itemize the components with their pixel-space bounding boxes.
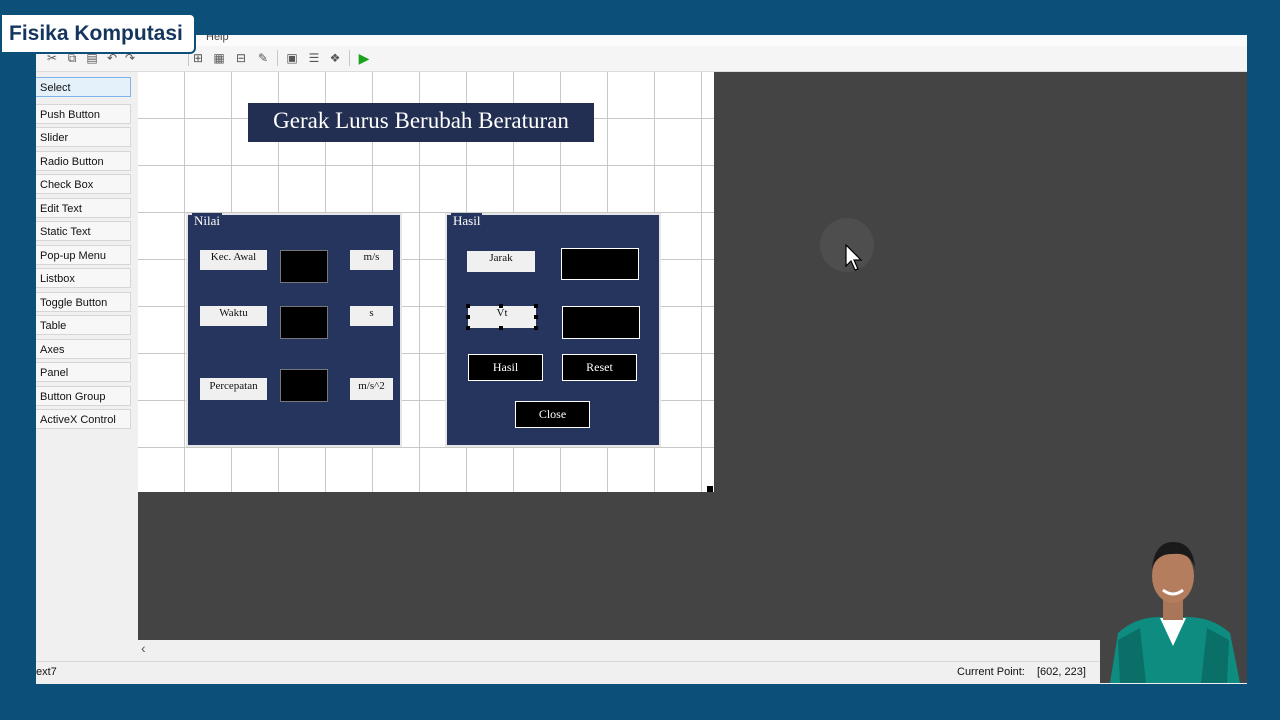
tab-order-icon[interactable]: ⊟ [233, 50, 249, 66]
selection-handle[interactable] [466, 315, 470, 319]
property-inspector-icon[interactable]: ☰ [306, 50, 322, 66]
toolbar-separator [349, 50, 350, 66]
current-point-value: [602, 223] [1037, 666, 1086, 678]
edit-waktu[interactable] [280, 306, 328, 339]
label-vt[interactable]: Vt [468, 306, 536, 328]
edit-jarak[interactable] [561, 248, 639, 280]
palette-push-button[interactable]: Push Button [36, 104, 131, 124]
selection-handle[interactable] [466, 304, 470, 308]
palette-panel[interactable]: Panel [36, 362, 131, 382]
toolbar-editor-icon[interactable]: ✎ [255, 50, 271, 66]
panel-nilai[interactable]: Nilai Kec. Awal m/s Waktu s Percepatan m… [186, 213, 402, 447]
selection-handle[interactable] [466, 326, 470, 330]
palette-radio-button[interactable]: Radio Button [36, 151, 131, 171]
status-selected-tag: ext7 [36, 666, 57, 678]
unit-kec-awal[interactable]: m/s [350, 250, 393, 270]
menu-editor-icon[interactable]: ▦ [211, 50, 227, 66]
unit-waktu[interactable]: s [350, 306, 393, 326]
layout-grid[interactable]: Gerak Lurus Berubah Beraturan Nilai Kec.… [138, 72, 714, 492]
channel-brand-label: Fisika Komputasi [0, 13, 196, 54]
selection-handle[interactable] [499, 326, 503, 330]
label-jarak[interactable]: Jarak [467, 251, 535, 272]
toolbar-separator [277, 50, 278, 66]
presenter-video-overlay [1100, 528, 1247, 683]
palette-activex-control[interactable]: ActiveX Control [36, 409, 131, 429]
palette-slider[interactable]: Slider [36, 127, 131, 147]
menu-bar: Help [36, 35, 1247, 46]
resize-handle[interactable] [707, 486, 713, 492]
panel-hasil[interactable]: Hasil Jarak Vt Hasil Reset Close [445, 213, 661, 447]
edit-vt[interactable] [562, 306, 640, 339]
toolbar: ✂ ⧉ ▤ ↶ ↷ ⊞ ▦ ⊟ ✎ ▣ ☰ ❖ ▶ [36, 46, 1247, 72]
unit-percepatan[interactable]: m/s^2 [350, 378, 393, 400]
palette-toggle-button[interactable]: Toggle Button [36, 292, 131, 312]
mfile-editor-icon[interactable]: ▣ [284, 50, 300, 66]
status-bar: ext7 Current Point: [602, 223] [36, 661, 1247, 684]
palette-select[interactable]: Select [36, 77, 131, 97]
mouse-cursor-icon [845, 244, 863, 271]
selection-handle[interactable] [499, 304, 503, 308]
horizontal-scrollbar[interactable]: ‹ [138, 640, 1247, 657]
palette-check-box[interactable]: Check Box [36, 174, 131, 194]
palette-button-group[interactable]: Button Group [36, 386, 131, 406]
label-kec-awal[interactable]: Kec. Awal [200, 250, 267, 270]
edit-kec-awal[interactable] [280, 250, 328, 283]
menu-help[interactable]: Help [206, 35, 229, 43]
layout-canvas[interactable]: Gerak Lurus Berubah Beraturan Nilai Kec.… [138, 72, 1247, 640]
current-point-label: Current Point: [957, 666, 1025, 678]
scroll-left-icon[interactable]: ‹ [141, 640, 146, 656]
palette-axes[interactable]: Axes [36, 339, 131, 359]
run-icon[interactable]: ▶ [356, 50, 372, 66]
edit-percepatan[interactable] [280, 369, 328, 402]
close-button[interactable]: Close [515, 401, 590, 428]
label-percepatan[interactable]: Percepatan [200, 378, 267, 400]
palette-listbox[interactable]: Listbox [36, 268, 131, 288]
guide-layout-editor-window: Help ✂ ⧉ ▤ ↶ ↷ ⊞ ▦ ⊟ ✎ ▣ ☰ ❖ ▶ Select Pu… [36, 35, 1247, 684]
figure-title[interactable]: Gerak Lurus Berubah Beraturan [248, 103, 594, 142]
selection-handle[interactable] [534, 315, 538, 319]
palette-popup-menu[interactable]: Pop-up Menu [36, 245, 131, 265]
hasil-button[interactable]: Hasil [468, 354, 543, 381]
panel-hasil-title: Hasil [451, 213, 483, 229]
reset-button[interactable]: Reset [562, 354, 637, 381]
palette-edit-text[interactable]: Edit Text [36, 198, 131, 218]
label-waktu[interactable]: Waktu [200, 306, 267, 326]
panel-nilai-title: Nilai [192, 213, 222, 229]
selection-handle[interactable] [534, 304, 538, 308]
palette-static-text[interactable]: Static Text [36, 221, 131, 241]
palette-table[interactable]: Table [36, 315, 131, 335]
selection-handle[interactable] [534, 326, 538, 330]
object-browser-icon[interactable]: ❖ [327, 50, 343, 66]
